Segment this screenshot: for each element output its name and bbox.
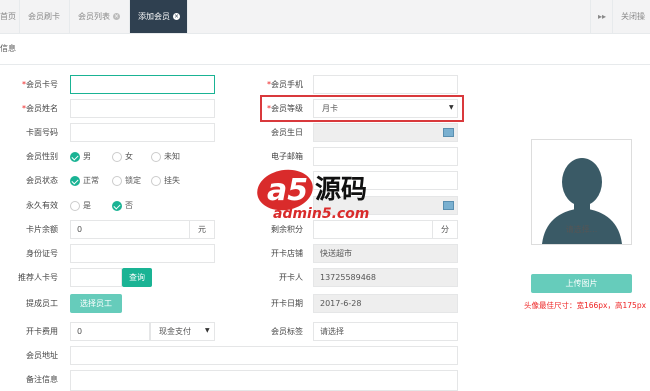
- referrer-label: 推荐人卡号: [18, 273, 58, 282]
- tab-home[interactable]: 首页: [0, 0, 20, 33]
- close-icon[interactable]: ×: [113, 13, 120, 20]
- tab-next-button[interactable]: ▸▸: [590, 0, 613, 33]
- open-date-input: 2017-6-28: [313, 294, 458, 313]
- option-label: 正常: [83, 176, 99, 185]
- status-label: 会员状态: [26, 176, 58, 185]
- radio-icon: [112, 151, 122, 162]
- permanent-label: 永久有效: [26, 201, 58, 210]
- id-no-label: 身份证号: [26, 249, 58, 258]
- close-icon[interactable]: ×: [173, 13, 180, 20]
- address-input[interactable]: [70, 346, 458, 365]
- status-option-locked[interactable]: 锁定: [112, 174, 141, 187]
- select-staff-button[interactable]: 选择员工: [70, 294, 122, 313]
- id-no-input[interactable]: [70, 244, 215, 263]
- store-input: 快送超市: [313, 244, 458, 263]
- staff-label: 提成员工: [26, 299, 58, 308]
- name-label: *会员姓名: [22, 99, 58, 118]
- option-label: 女: [125, 152, 133, 161]
- gender-option-male[interactable]: 男: [70, 150, 91, 163]
- chevron-down-icon: ▼: [205, 327, 210, 334]
- radio-icon: [112, 175, 122, 186]
- option-label: 锁定: [125, 176, 141, 185]
- referrer-input[interactable]: [70, 268, 122, 287]
- tag-select[interactable]: 请选择: [313, 322, 458, 341]
- points-unit: 分: [433, 220, 458, 239]
- tab-member-list[interactable]: 会员列表 ×: [70, 0, 130, 33]
- tab-label: 会员列表: [78, 12, 110, 21]
- remark-label: 备注信息: [26, 375, 58, 384]
- select-value: 现金支付: [159, 327, 191, 336]
- a5-watermark-logo: a5 源码 admin5.com: [257, 169, 369, 222]
- phone-label: *会员手机: [267, 75, 303, 94]
- gender-label: 会员性别: [26, 152, 58, 161]
- amount-input[interactable]: 0: [70, 220, 190, 239]
- tab-add-member[interactable]: 添加会员 ×: [130, 0, 188, 33]
- svg-text:源码: 源码: [315, 175, 367, 205]
- fee-label: 开卡费用: [26, 327, 58, 336]
- option-label: 挂失: [164, 176, 180, 185]
- status-option-normal[interactable]: 正常: [70, 174, 99, 187]
- upload-photo-button[interactable]: 上传图片: [531, 274, 632, 293]
- section-title: 信息: [0, 44, 16, 53]
- birthday-label: 会员生日: [271, 128, 303, 137]
- photo-size-hint: 头像最佳尺寸：宽166px，高175px: [523, 301, 647, 310]
- remark-input[interactable]: [70, 370, 458, 391]
- face-no-label: 卡面号码: [26, 128, 58, 137]
- svg-text:admin5.com: admin5.com: [273, 206, 369, 222]
- birthday-input[interactable]: [313, 123, 458, 142]
- tab-member-swipe[interactable]: 会员刷卡: [20, 0, 70, 33]
- option-label: 是: [83, 201, 91, 210]
- radio-checked-icon: [112, 200, 122, 211]
- fee-input[interactable]: 0: [70, 322, 150, 341]
- radio-checked-icon: [70, 175, 80, 186]
- query-button[interactable]: 查询: [122, 268, 152, 287]
- label-text: 会员手机: [271, 80, 303, 89]
- tab-label: 添加会员: [138, 12, 170, 21]
- photo-select-link[interactable]: 请选择...: [531, 224, 632, 235]
- gender-option-female[interactable]: 女: [112, 150, 133, 163]
- tab-bar: 首页 会员刷卡 会员列表× 添加会员× ▸▸ 关闭操作: [0, 0, 650, 54]
- tab-label: 会员刷卡: [28, 12, 60, 21]
- permanent-option-yes[interactable]: 是: [70, 199, 91, 212]
- store-label: 开卡店铺: [271, 249, 303, 258]
- label-text: 会员卡号: [26, 80, 58, 89]
- tag-label: 会员标签: [271, 327, 303, 336]
- phone-input[interactable]: [313, 75, 458, 94]
- face-no-input[interactable]: [70, 123, 215, 142]
- tab-label: 首页: [0, 12, 16, 21]
- calendar-icon[interactable]: [443, 201, 454, 210]
- operator-input: 13725589468: [313, 268, 458, 287]
- amount-label: 卡片余额: [26, 225, 58, 234]
- amount-unit: 元: [190, 220, 215, 239]
- option-label: 男: [83, 152, 91, 161]
- card-no-input[interactable]: [70, 75, 215, 94]
- chevron-right-icon: ▸▸: [597, 12, 607, 21]
- radio-icon: [151, 175, 161, 186]
- operator-label: 开卡人: [279, 273, 303, 282]
- option-label: 否: [125, 201, 133, 210]
- radio-icon: [70, 200, 80, 211]
- highlight-frame: [260, 95, 464, 122]
- address-label: 会员地址: [26, 351, 58, 360]
- radio-checked-icon: [70, 151, 80, 162]
- close-operations-button[interactable]: 关闭操作: [612, 0, 650, 54]
- section-header: 信息: [0, 34, 650, 65]
- status-option-lost[interactable]: 挂失: [151, 174, 180, 187]
- card-no-label: *会员卡号: [22, 75, 58, 94]
- svg-text:a5: a5: [267, 173, 308, 208]
- gender-option-unknown[interactable]: 未知: [151, 150, 180, 163]
- option-label: 未知: [164, 152, 180, 161]
- name-input[interactable]: [70, 99, 215, 118]
- label-text: 会员姓名: [26, 104, 58, 113]
- radio-icon: [151, 151, 161, 162]
- open-date-label: 开卡日期: [271, 299, 303, 308]
- permanent-option-no[interactable]: 否: [112, 199, 133, 212]
- calendar-icon[interactable]: [443, 128, 454, 137]
